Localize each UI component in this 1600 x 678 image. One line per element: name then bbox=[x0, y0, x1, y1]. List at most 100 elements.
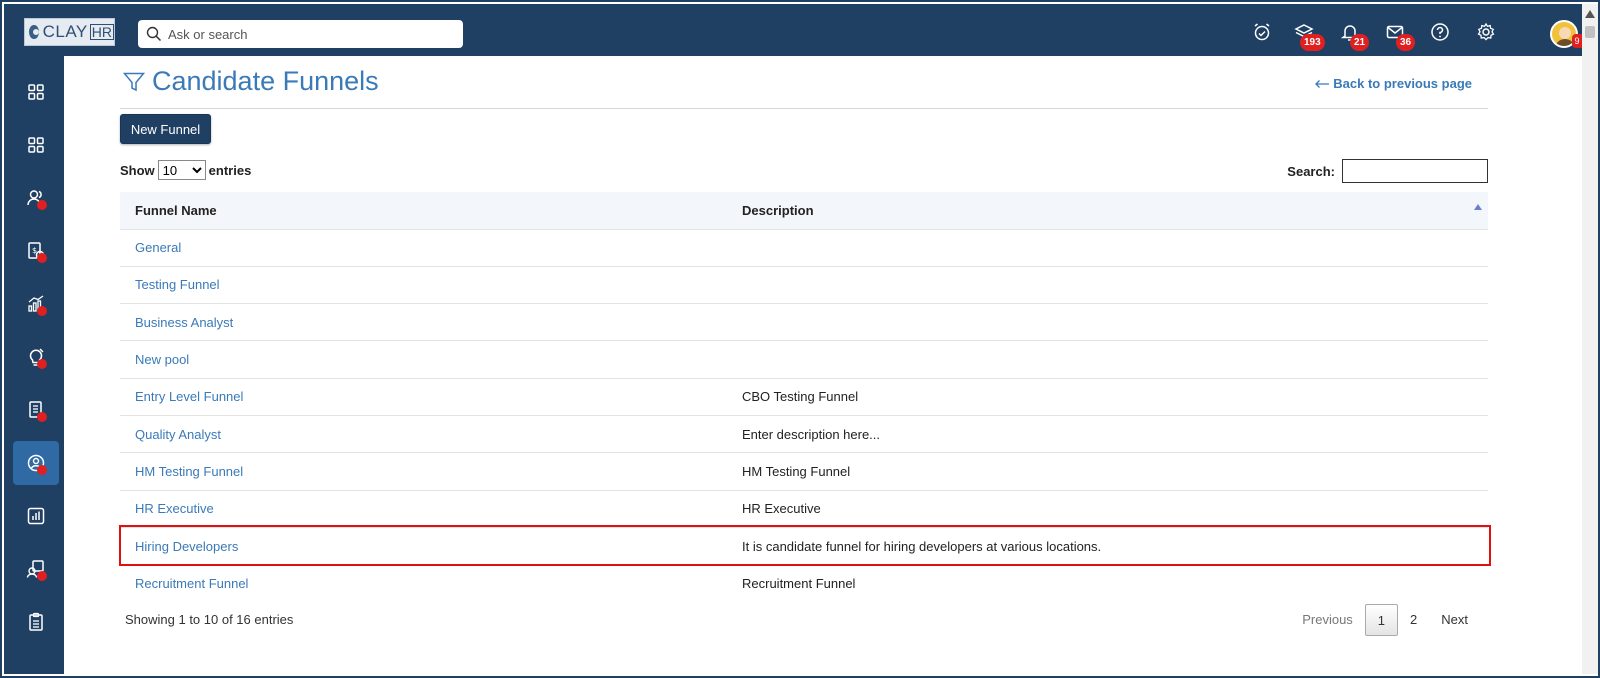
funnel-name-link[interactable]: Business Analyst bbox=[120, 303, 727, 341]
sidebar-item-ideas[interactable] bbox=[13, 335, 59, 379]
column-header-funnel-name[interactable]: Funnel Name bbox=[120, 192, 727, 229]
reports-chart-icon bbox=[27, 507, 45, 525]
table-row[interactable]: HM Testing Funnel HM Testing Funnel bbox=[120, 452, 1488, 491]
funnel-name-link[interactable]: Recruitment Funnel bbox=[120, 564, 727, 602]
help-icon[interactable] bbox=[1430, 22, 1450, 42]
avatar-badge: 9 bbox=[1572, 34, 1582, 48]
vertical-scrollbar[interactable] bbox=[1582, 4, 1598, 674]
support-alert-dot bbox=[37, 571, 47, 581]
sidebar-item-tasks[interactable] bbox=[13, 600, 59, 644]
analytics-alert-dot bbox=[37, 306, 47, 316]
funnel-description bbox=[727, 340, 1488, 379]
table-info: Showing 1 to 10 of 16 entries bbox=[125, 612, 294, 627]
page-header: Candidate Funnels Back to previous page bbox=[120, 62, 1490, 109]
people-alert-dot bbox=[37, 200, 47, 210]
global-search-input[interactable] bbox=[168, 26, 448, 42]
funnel-name-link[interactable]: New pool bbox=[120, 340, 727, 379]
next-page-button[interactable]: Next bbox=[1429, 604, 1480, 636]
funnel-name-link[interactable]: General bbox=[120, 228, 727, 267]
clipboard-icon bbox=[29, 612, 43, 631]
funnel-icon bbox=[122, 72, 146, 92]
notifications-badge: 21 bbox=[1350, 34, 1370, 51]
table-search-input[interactable] bbox=[1342, 159, 1488, 183]
column-header-description[interactable]: Description bbox=[727, 192, 1488, 229]
funnel-name-link[interactable]: Quality Analyst bbox=[120, 414, 727, 453]
sidebar-item-payroll[interactable]: $ bbox=[13, 229, 59, 273]
payroll-alert-dot bbox=[37, 253, 47, 263]
dashboard-grid-icon bbox=[28, 84, 44, 100]
funnel-name-link[interactable]: HR Executive bbox=[120, 489, 727, 528]
sidebar-item-documents[interactable] bbox=[13, 388, 59, 432]
pagination: Previous 1 2 Next bbox=[1290, 604, 1480, 636]
page-length-control: Show 10 entries bbox=[120, 160, 251, 180]
scroll-thumb[interactable] bbox=[1585, 26, 1595, 38]
clayhr-logo[interactable]: CLAY HR bbox=[24, 18, 115, 46]
ideas-alert-dot bbox=[37, 359, 47, 369]
app-window: CLAY HR 193 21 36 bbox=[0, 0, 1600, 678]
funnels-table: Funnel Name Description General Testing F… bbox=[120, 192, 1488, 602]
back-to-previous-link[interactable]: Back to previous page bbox=[1314, 76, 1472, 91]
table-row[interactable]: Recruitment Funnel Recruitment Funnel bbox=[120, 564, 1488, 602]
top-bar: CLAY HR 193 21 36 bbox=[4, 4, 1582, 56]
layers-badge: 193 bbox=[1300, 34, 1325, 51]
table-search: Search: bbox=[1287, 159, 1488, 183]
previous-page-button[interactable]: Previous bbox=[1290, 604, 1365, 636]
sidebar: $ bbox=[4, 56, 64, 674]
logo-suffix: HR bbox=[89, 24, 114, 40]
search-icon bbox=[146, 26, 162, 42]
funnel-name-link[interactable]: HM Testing Funnel bbox=[120, 452, 727, 491]
column-header-description-label: Description bbox=[742, 202, 814, 218]
alarm-clock-icon[interactable] bbox=[1252, 22, 1272, 42]
page-2-button[interactable]: 2 bbox=[1398, 604, 1429, 636]
page-length-select[interactable]: 10 bbox=[157, 160, 206, 180]
entries-label: entries bbox=[208, 162, 252, 178]
sidebar-item-people[interactable] bbox=[13, 176, 59, 220]
table-row[interactable]: Business Analyst bbox=[120, 303, 1488, 341]
sidebar-item-recruitment[interactable] bbox=[13, 441, 59, 485]
sidebar-item-support[interactable] bbox=[13, 547, 59, 591]
page-1-button[interactable]: 1 bbox=[1364, 604, 1399, 636]
apps-grid-icon bbox=[28, 137, 44, 153]
avatar-face bbox=[1559, 27, 1571, 39]
header-divider bbox=[120, 108, 1488, 109]
funnel-description: CBO Testing Funnel bbox=[727, 377, 1488, 416]
logo-text: CLAY bbox=[42, 22, 88, 41]
funnel-description: HM Testing Funnel bbox=[727, 452, 1488, 491]
funnel-description: Recruitment Funnel bbox=[727, 564, 1488, 602]
table-row[interactable]: General bbox=[120, 228, 1488, 267]
scroll-up-arrow-icon[interactable] bbox=[1585, 10, 1595, 18]
funnel-description: It is candidate funnel for hiring develo… bbox=[727, 526, 1488, 565]
sidebar-item-dashboard[interactable] bbox=[13, 70, 59, 114]
sidebar-item-reports[interactable] bbox=[13, 494, 59, 538]
table-row[interactable]: Entry Level Funnel CBO Testing Funnel bbox=[120, 377, 1488, 416]
global-search[interactable] bbox=[138, 20, 463, 48]
gear-icon[interactable] bbox=[1476, 22, 1496, 42]
funnel-description bbox=[727, 228, 1488, 267]
show-label: Show bbox=[120, 162, 155, 178]
funnel-description: HR Executive bbox=[727, 489, 1488, 528]
back-link-label: Back to previous page bbox=[1333, 76, 1472, 91]
table-row[interactable]: Testing Funnel bbox=[120, 265, 1488, 304]
funnel-name-link[interactable]: Hiring Developers bbox=[120, 526, 727, 565]
back-arrow-icon bbox=[1315, 79, 1330, 88]
sidebar-item-analytics[interactable] bbox=[13, 282, 59, 326]
funnel-description: Enter description here... bbox=[727, 414, 1488, 453]
sidebar-item-apps[interactable] bbox=[13, 123, 59, 167]
search-label: Search: bbox=[1287, 163, 1335, 179]
new-funnel-button[interactable]: New Funnel bbox=[120, 114, 211, 144]
page-title: Candidate Funnels bbox=[152, 66, 379, 96]
funnel-description bbox=[727, 265, 1488, 304]
funnel-description bbox=[727, 303, 1488, 341]
documents-alert-dot bbox=[37, 412, 47, 422]
recruitment-alert-dot bbox=[37, 465, 47, 475]
logo-mark-icon bbox=[29, 25, 39, 39]
table-row[interactable]: Quality Analyst Enter description here... bbox=[120, 414, 1488, 453]
funnel-name-link[interactable]: Entry Level Funnel bbox=[120, 377, 727, 416]
table-row[interactable]: New pool bbox=[120, 340, 1488, 379]
table-row[interactable]: Hiring Developers It is candidate funnel … bbox=[120, 526, 1488, 565]
funnel-name-link[interactable]: Testing Funnel bbox=[120, 265, 727, 304]
mail-badge: 36 bbox=[1396, 34, 1416, 51]
table-row[interactable]: HR Executive HR Executive bbox=[120, 489, 1488, 528]
table-header-row: Funnel Name Description bbox=[120, 192, 1488, 229]
sort-ascending-icon[interactable] bbox=[1474, 204, 1482, 210]
